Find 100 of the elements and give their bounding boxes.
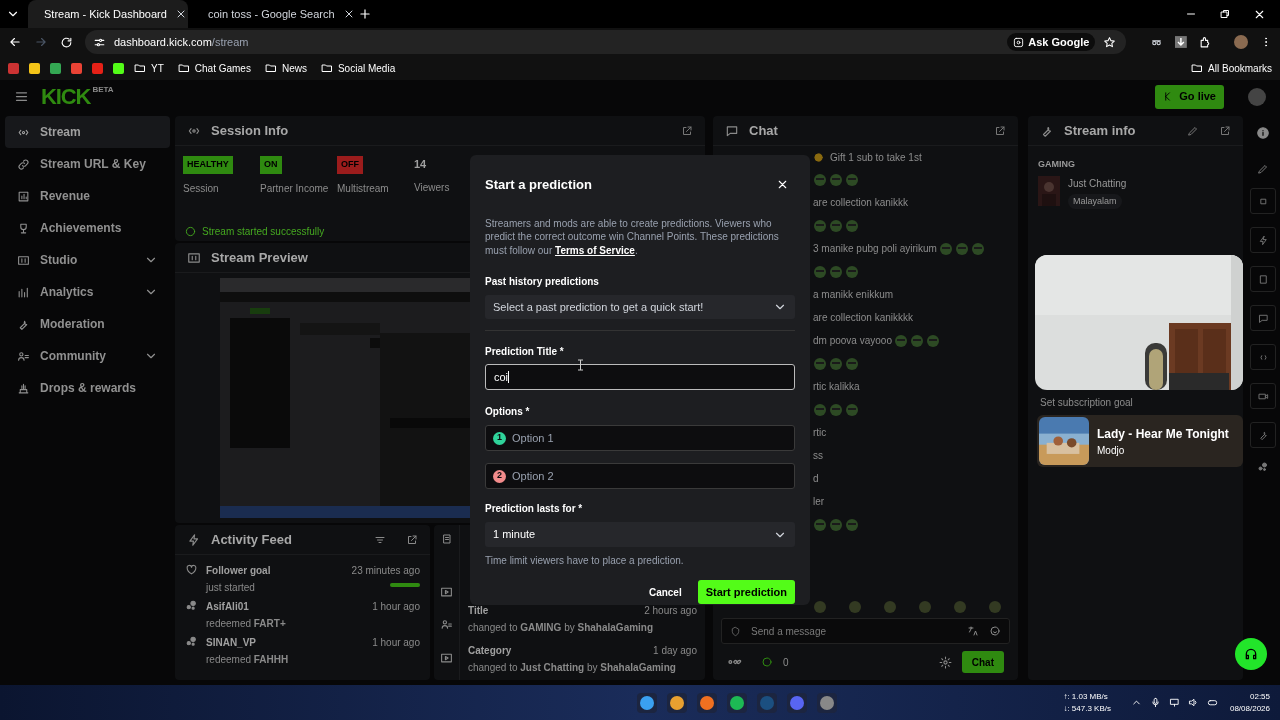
option-input[interactable]: 1 Option 1 (485, 425, 795, 451)
camera-tool-button[interactable] (1250, 383, 1276, 409)
browser-tab[interactable]: Stream - Kick Dashboard (28, 0, 188, 28)
lightning-tool-button[interactable] (1250, 227, 1276, 253)
new-tab-icon[interactable] (358, 7, 372, 21)
all-bookmarks-folder[interactable]: All Bookmarks (1191, 60, 1272, 76)
message-input[interactable]: Send a message (721, 618, 1010, 644)
panel-title: Chat (749, 121, 778, 140)
ask-google-button[interactable]: Ask Google (1007, 33, 1096, 51)
play-box-icon[interactable] (440, 585, 453, 598)
download-extension-icon[interactable] (1175, 36, 1188, 48)
microphone-icon[interactable] (1149, 697, 1161, 708)
emote-icon (829, 356, 843, 371)
reload-icon[interactable] (60, 35, 73, 49)
feed-detail: redeemed FART+ (206, 617, 287, 631)
mail-bookmark-icon[interactable] (71, 62, 82, 74)
wrench-icon (1257, 429, 1269, 441)
duration-select[interactable]: 1 minute (485, 522, 795, 547)
network-icon[interactable] (1168, 697, 1180, 708)
sidebar-item[interactable]: Moderation (5, 308, 170, 340)
bookmark-folder[interactable]: YT (134, 60, 164, 76)
sidebar-item[interactable]: Revenue (5, 180, 170, 212)
prediction-title-input[interactable]: coi (485, 364, 795, 390)
feed-detail: just started (206, 581, 256, 595)
lens-icon (1013, 36, 1025, 48)
edit-icon[interactable] (1187, 124, 1199, 137)
go-live-button[interactable]: Go live (1155, 84, 1224, 109)
translate-icon[interactable] (967, 625, 979, 637)
terms-link[interactable]: Terms of Service (555, 244, 635, 256)
option-input[interactable]: 2 Option 2 (485, 463, 795, 489)
play-box-icon[interactable] (440, 651, 453, 664)
category-name: Just Chatting (1068, 176, 1127, 191)
song-artist: Modjo (1097, 443, 1126, 458)
sidebar-item[interactable]: Studio (5, 244, 170, 276)
bookmark-folder[interactable]: Chat Games (177, 60, 251, 76)
settings-icon[interactable] (938, 655, 952, 669)
document-icon[interactable] (440, 533, 453, 545)
event-detail: changed to GAMING by ShahalaGaming (468, 621, 655, 635)
bookmark-folder[interactable]: Social Media (320, 60, 396, 76)
chat-message: ler (813, 495, 825, 509)
pinned-message: Gift 1 sub to take 1st (830, 150, 922, 165)
info-icon[interactable] (1256, 126, 1270, 140)
emote-icon (813, 402, 827, 417)
sidebar-item[interactable]: Achievements (5, 212, 170, 244)
popout-icon[interactable] (1219, 124, 1231, 137)
start-prediction-button[interactable]: Start prediction (697, 580, 795, 604)
folder-icon (320, 62, 333, 74)
pencil-icon[interactable] (1257, 163, 1269, 175)
lightning-icon (187, 532, 201, 547)
popout-icon[interactable] (994, 124, 1006, 137)
kick-bookmark-icon[interactable] (113, 62, 124, 74)
film-icon (187, 250, 201, 265)
profile-avatar[interactable] (1234, 35, 1248, 49)
field-label: Prediction lasts for * (485, 502, 584, 516)
popout-icon[interactable] (681, 124, 693, 137)
forward-icon[interactable] (34, 35, 48, 49)
controller-icon[interactable] (1206, 697, 1218, 708)
back-icon[interactable] (8, 35, 22, 49)
sidebar-item[interactable]: Stream (5, 116, 170, 148)
restore-icon[interactable] (1219, 8, 1231, 20)
badge-icon (730, 625, 741, 637)
volume-icon[interactable] (1187, 697, 1199, 708)
clock-time[interactable]: 02:55 (1250, 690, 1270, 703)
address-bar[interactable]: dashboard.kick.com/stream Ask Google (85, 30, 1127, 54)
sidebar-item[interactable]: Analytics (5, 276, 170, 308)
sidebar-item[interactable]: Drops & rewards (5, 372, 170, 404)
panel-title: Session Info (211, 121, 289, 140)
person-icon[interactable] (440, 618, 453, 631)
panel-title: Activity Feed (211, 530, 292, 549)
sidebar-item[interactable]: Stream URL & Key (5, 148, 170, 180)
field-label: Past history predictions (485, 275, 600, 289)
chat-bubble-icon (1257, 312, 1269, 324)
clock-date[interactable]: 08/08/2026 (1229, 702, 1270, 715)
bookmark-folder[interactable]: News (264, 60, 307, 76)
headset-icon (1243, 646, 1259, 662)
document-tool-button[interactable] (1250, 266, 1276, 292)
emoji-icon[interactable] (989, 625, 1001, 637)
chat-tool-button[interactable] (1250, 305, 1276, 331)
kick-logo[interactable]: KICK (41, 85, 91, 108)
emote-icon (909, 333, 924, 348)
bar-chart-icon (17, 285, 30, 299)
note-bookmark-icon[interactable] (29, 62, 40, 74)
past-prediction-select[interactable]: Select a past prediction to get a quick start! (485, 295, 795, 319)
bookmark-star-icon[interactable] (1103, 35, 1117, 49)
chat-message: a manikk enikkum (813, 288, 894, 302)
photo-bookmark-icon[interactable] (8, 62, 19, 74)
stat-label: Session (183, 181, 220, 195)
drive-bookmark-icon[interactable] (50, 62, 61, 74)
chat-send-button[interactable]: Chat (961, 651, 1004, 673)
feed-time: 23 minutes ago (351, 564, 420, 578)
feed-detail: redeemed FAHHH (206, 653, 290, 667)
points-icon[interactable] (1257, 461, 1269, 473)
popout-icon[interactable] (406, 533, 418, 546)
video-bookmark-icon[interactable] (92, 62, 103, 74)
cancel-button[interactable]: Cancel (642, 580, 688, 604)
menu-icon[interactable] (14, 89, 29, 104)
support-button[interactable] (1235, 638, 1267, 670)
status-badge: OFF (337, 156, 363, 174)
sidebar-item[interactable]: Community (5, 340, 170, 372)
people-icon (17, 349, 30, 363)
